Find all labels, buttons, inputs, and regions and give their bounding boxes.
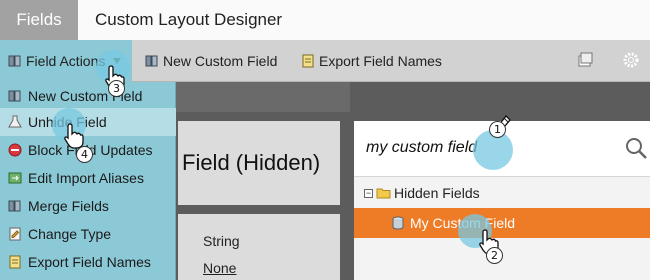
step-badge-1: 1 <box>489 121 506 138</box>
tree-node-hidden-fields[interactable]: − Hidden Fields <box>364 183 480 203</box>
new-field-icon <box>145 55 158 67</box>
panel-header-strip <box>175 82 350 112</box>
tree-root-label: Hidden Fields <box>394 185 480 201</box>
field-title: Field (Hidden) <box>182 150 321 175</box>
new-field-icon <box>8 90 21 102</box>
step-badge-3: 3 <box>108 80 125 97</box>
search-input[interactable]: my custom field <box>366 139 477 157</box>
field-type-value: String <box>203 233 240 249</box>
gear-icon[interactable] <box>622 51 640 69</box>
field-actions-icon <box>8 55 21 67</box>
window-icon[interactable] <box>576 51 594 69</box>
merge-icon <box>8 200 21 212</box>
menu-item-change-type[interactable]: Change Type <box>0 220 176 248</box>
new-custom-field-button[interactable]: New Custom Field <box>145 40 277 82</box>
field-actions-label: Field Actions <box>26 53 106 69</box>
search-icon[interactable] <box>624 136 648 160</box>
step-badge-4: 4 <box>76 146 93 163</box>
export-field-names-button[interactable]: Export Field Names <box>301 40 442 82</box>
export-icon <box>302 54 314 68</box>
database-icon <box>392 216 404 230</box>
flask-icon <box>8 115 22 128</box>
new-custom-field-label: New Custom Field <box>163 53 278 69</box>
menu-item-label: Change Type <box>28 226 112 242</box>
menu-item-label: Merge Fields <box>28 198 109 214</box>
step-badge-2: 2 <box>486 247 503 264</box>
folder-icon <box>376 188 391 199</box>
menu-item-new-custom-field[interactable]: New Custom Field <box>0 82 176 110</box>
none-link[interactable]: None <box>203 260 236 276</box>
menu-item-export-field-names[interactable]: Export Field Names <box>0 248 176 276</box>
block-icon <box>8 143 22 157</box>
menu-item-edit-import-aliases[interactable]: Edit Import Aliases <box>0 164 176 192</box>
tab-fields[interactable]: Fields <box>0 0 78 40</box>
menu-item-unhide-field[interactable]: Unhide Field <box>0 108 176 136</box>
collapse-icon[interactable]: − <box>364 188 373 198</box>
import-alias-icon <box>8 172 22 184</box>
menu-item-label: Export Field Names <box>28 254 151 270</box>
export-field-names-label: Export Field Names <box>319 53 442 69</box>
change-type-icon <box>9 227 21 241</box>
export-icon <box>9 255 21 269</box>
tab-custom-layout-designer[interactable]: Custom Layout Designer <box>78 0 650 40</box>
menu-item-merge-fields[interactable]: Merge Fields <box>0 192 176 220</box>
menu-item-label: Edit Import Aliases <box>28 170 144 186</box>
